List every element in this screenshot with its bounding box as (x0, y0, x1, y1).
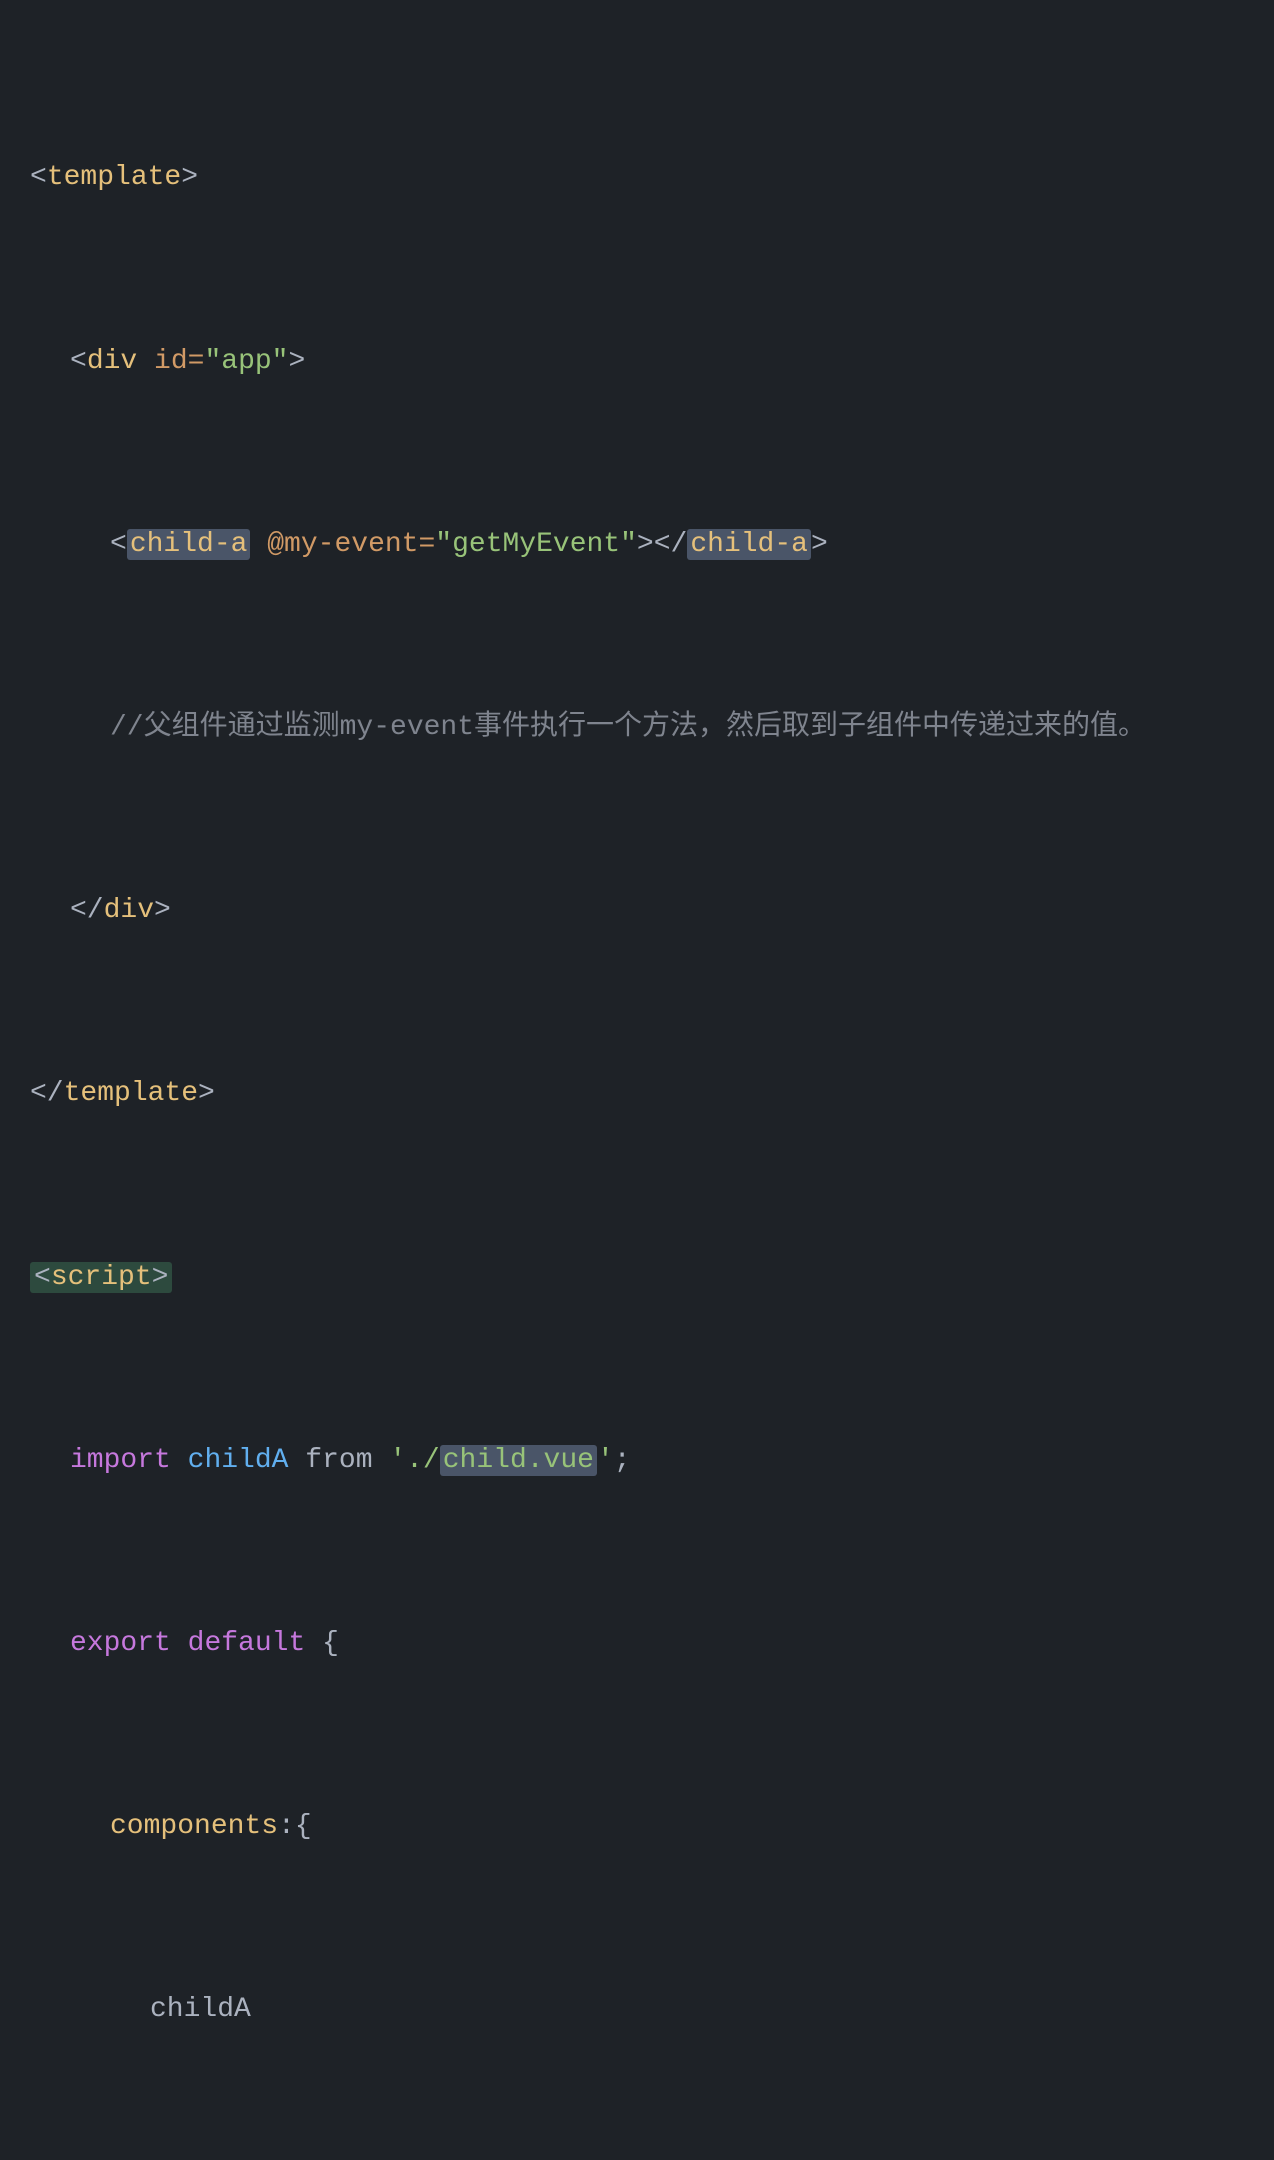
line-script-open: <script> (30, 1254, 1244, 1303)
line-export-default: export default { (30, 1620, 1244, 1669)
line-template-close: </template> (30, 1070, 1244, 1119)
line-import: import childA from './child.vue'; (30, 1437, 1244, 1486)
line-div-open: <div id="app"> (30, 338, 1244, 387)
line-div-close: </div> (30, 887, 1244, 936)
line-comment-parent: //父组件通过监测my-event事件执行一个方法，然后取到子组件中传递过来的值… (30, 704, 1244, 753)
line-childA: childA (30, 1986, 1244, 2035)
code-editor: <template> <div id="app"> <child-a @my-e… (30, 20, 1244, 2160)
line-components-open: components:{ (30, 1803, 1244, 1852)
line-template-open: <template> (30, 154, 1244, 203)
line-child-component: <child-a @my-event="getMyEvent"></child-… (30, 521, 1244, 570)
